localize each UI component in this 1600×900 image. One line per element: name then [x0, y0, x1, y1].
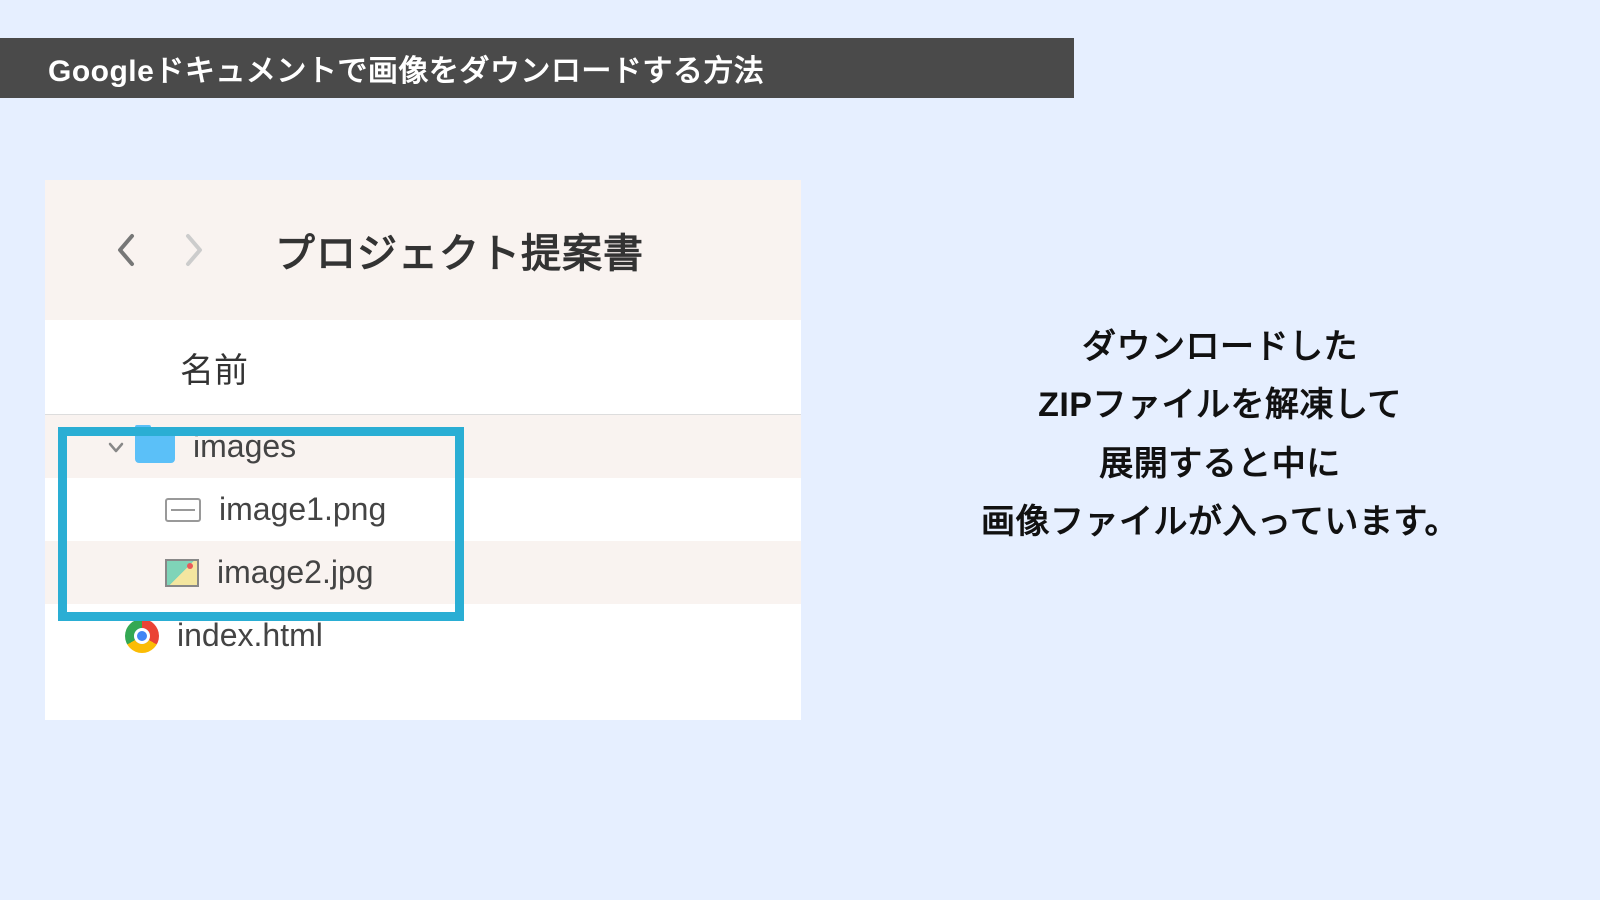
file-name: image2.jpg [217, 554, 374, 591]
explanation-line: ZIPファイルを解凍して [870, 376, 1570, 434]
explanation-line: 展開すると中に [870, 435, 1570, 493]
jpg-file-icon [165, 559, 199, 587]
explanation-line: ダウンロードした [870, 318, 1570, 376]
name-column-header[interactable]: 名前 [45, 320, 801, 415]
nav-back-button[interactable] [105, 230, 145, 270]
file-name: image1.png [219, 491, 386, 528]
folder-name: images [193, 428, 296, 465]
nav-forward-button[interactable] [175, 230, 215, 270]
name-column-label: 名前 [180, 343, 248, 392]
png-file-icon [165, 498, 201, 522]
folder-icon [135, 431, 175, 463]
folder-title: プロジェクト提案書 [275, 221, 644, 279]
explanation-text: ダウンロードした ZIPファイルを解凍して 展開すると中に 画像ファイルが入って… [870, 318, 1570, 552]
file-browser: プロジェクト提案書 名前 images image1.png image2.jp… [45, 180, 801, 720]
file-row-image2[interactable]: image2.jpg [45, 541, 801, 604]
file-row-index[interactable]: index.html [45, 604, 801, 667]
explanation-line: 画像ファイルが入っています。 [870, 493, 1570, 551]
file-row-image1[interactable]: image1.png [45, 478, 801, 541]
chevron-right-icon [184, 232, 206, 268]
browser-header: プロジェクト提案書 [45, 180, 801, 320]
slide-title-bar: Googleドキュメントで画像をダウンロードする方法 [0, 38, 1074, 98]
slide-title: Googleドキュメントで画像をダウンロードする方法 [48, 46, 764, 90]
chevron-left-icon [114, 232, 136, 268]
folder-row-images[interactable]: images [45, 415, 801, 478]
disclosure-icon[interactable] [107, 438, 125, 456]
chrome-html-icon [125, 619, 159, 653]
file-name: index.html [177, 617, 323, 654]
